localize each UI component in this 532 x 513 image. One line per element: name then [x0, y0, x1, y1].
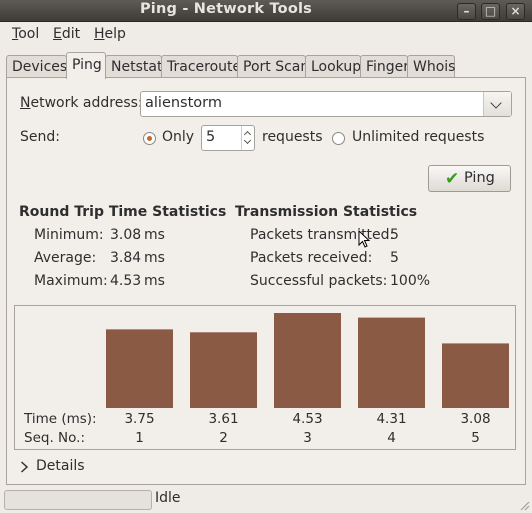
mouse-cursor-icon: [358, 230, 370, 248]
tx-heading: Transmission Statistics: [235, 204, 418, 220]
ping-times-svg: 3.75 1 3.61 2 4.53 3 4.31 4 3.08 5 Time (ms): Seq. …: [23, 313, 509, 446]
status-text: Idle: [155, 490, 181, 506]
tab-netstat[interactable]: Netstat: [105, 55, 162, 79]
chart-bar-4: [358, 317, 425, 408]
chart-seq-label-3: 3: [303, 430, 312, 446]
menu-bar: Tool Edit Help: [0, 23, 532, 48]
chart-seq-label-4: 4: [387, 430, 396, 446]
tx-recv-value: 5: [390, 250, 399, 266]
tab-port-scan[interactable]: Port Scan: [237, 55, 309, 79]
tx-sent-label: Packets transmitted:: [250, 227, 395, 243]
requests-label: requests: [262, 129, 323, 145]
ping-times-chart: 3.75 1 3.61 2 4.53 3 4.31 4 3.08 5 Time (ms): Seq. …: [14, 305, 516, 450]
rtt-avg-label: Average:: [34, 250, 97, 266]
rtt-heading: Round Trip Time Statistics: [19, 204, 227, 220]
request-count-spinner[interactable]: 5: [201, 125, 255, 151]
request-count-value[interactable]: 5: [206, 129, 215, 145]
rtt-min-unit: ms: [144, 227, 165, 243]
chart-row-label-seq: Seq. No.:: [24, 430, 85, 446]
rtt-avg-unit: ms: [144, 250, 165, 266]
chart-time-label-3: 4.53: [292, 411, 322, 427]
rtt-min-label: Minimum:: [34, 227, 104, 243]
rtt-max-label: Maximum:: [34, 273, 108, 289]
chart-seq-label-5: 5: [471, 430, 480, 446]
expander-arrow-icon[interactable]: [20, 461, 29, 473]
chart-time-label-5: 3.08: [460, 411, 490, 427]
details-expander-label[interactable]: Details: [36, 458, 85, 474]
chart-row-label-time: Time (ms):: [23, 411, 97, 427]
unlimited-label: Unlimited requests: [352, 129, 485, 145]
chart-seq-label-2: 2: [219, 430, 228, 446]
chart-time-label-2: 3.61: [208, 411, 238, 427]
tx-sent-value: 5: [390, 227, 399, 243]
spin-down-icon[interactable]: [243, 136, 252, 145]
rtt-avg-value: 3.84: [110, 250, 142, 266]
network-address-label: Network address:: [20, 95, 143, 111]
tab-whois[interactable]: Whois: [407, 55, 455, 79]
maximize-button[interactable]: □: [481, 3, 500, 20]
resize-grip-icon[interactable]: [518, 499, 530, 511]
network-address-combo[interactable]: alienstorm: [140, 91, 512, 117]
tx-ok-value: 100%: [390, 273, 431, 289]
menu-help[interactable]: Help: [94, 26, 126, 42]
tab-lookup[interactable]: Lookup: [305, 55, 361, 79]
menu-edit[interactable]: Edit: [53, 26, 80, 42]
chart-time-label-1: 3.75: [124, 411, 154, 427]
tab-finger[interactable]: Finger: [360, 55, 409, 79]
chart-bar-1: [106, 329, 173, 408]
rtt-min-value: 3.08: [110, 227, 142, 243]
minimize-button[interactable]: –: [457, 3, 476, 20]
ping-button[interactable]: ✔ Ping: [428, 165, 511, 192]
tx-ok-label: Successful packets:: [250, 273, 388, 289]
chart-bar-2: [190, 332, 257, 408]
close-button[interactable]: ×: [506, 3, 525, 20]
ping-button-label: Ping: [464, 170, 495, 186]
network-address-input[interactable]: alienstorm: [145, 95, 222, 111]
window-title: Ping - Network Tools: [139, 1, 312, 17]
only-radio[interactable]: [143, 132, 156, 145]
tab-devices[interactable]: Devices: [6, 55, 67, 79]
chart-bar-3: [274, 313, 341, 408]
progress-bar: [4, 490, 152, 510]
check-icon: ✔: [445, 169, 460, 189]
tx-recv-label: Packets received:: [250, 250, 373, 266]
tab-ping[interactable]: Ping: [66, 52, 106, 79]
chart-bar-5: [442, 343, 509, 408]
chart-time-label-4: 4.31: [376, 411, 406, 427]
title-bar: Ping - Network Tools – □ ×: [0, 0, 532, 22]
rtt-max-value: 4.53: [110, 273, 142, 289]
chart-seq-label-1: 1: [135, 430, 144, 446]
tab-traceroute[interactable]: Traceroute: [161, 55, 241, 79]
only-label: Only: [162, 129, 195, 145]
menu-tool[interactable]: Tool: [12, 26, 39, 42]
chevron-down-icon[interactable]: [483, 92, 511, 116]
send-label: Send:: [20, 129, 60, 145]
rtt-max-unit: ms: [144, 273, 165, 289]
status-bar: Idle: [0, 488, 532, 513]
unlimited-radio[interactable]: [332, 132, 345, 145]
